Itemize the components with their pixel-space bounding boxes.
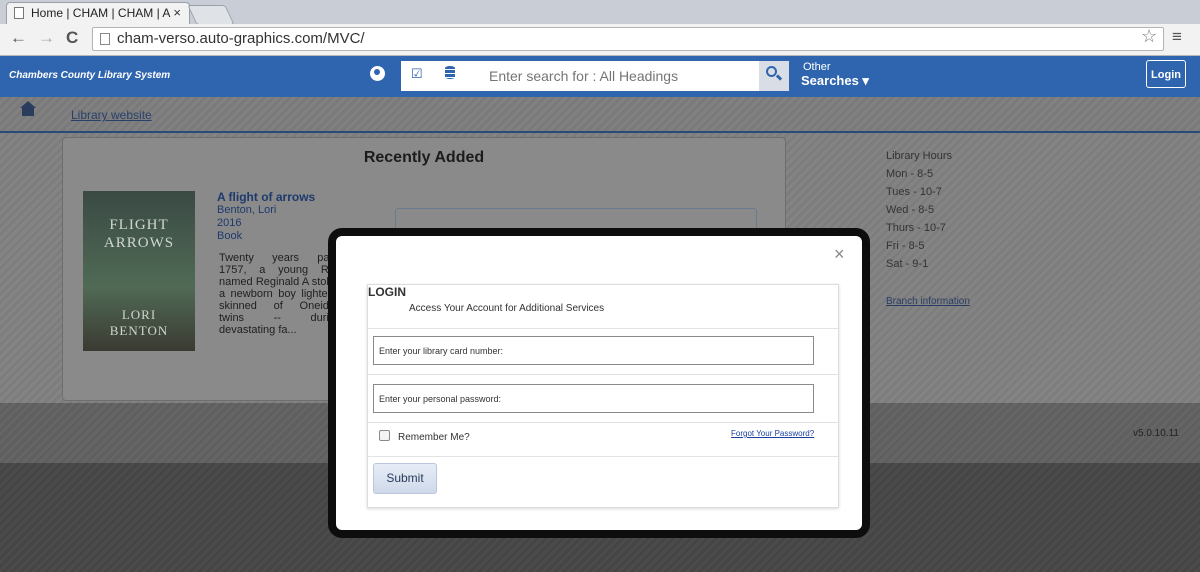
divider [368,328,838,329]
page-icon [14,7,24,19]
book-cover-image[interactable]: FLIGHT ARROWS LORI BENTON [83,191,195,351]
address-bar[interactable]: cham-verso.auto-graphics.com/MVC/ [92,27,1164,51]
tab-close-icon[interactable]: × [173,3,181,23]
new-tab-button[interactable] [187,5,235,25]
hours-line: Library Hours [886,150,953,162]
login-heading: LOGIN [368,285,406,299]
browser-toolbar: ← → C cham-verso.auto-graphics.com/MVC/ … [0,24,1200,56]
password-field[interactable] [373,384,814,413]
tab-title: Home | CHAM | CHAM | A [31,6,171,20]
book-author: Benton, Lori [217,204,277,216]
cover-line-1: FLIGHT [109,217,169,233]
version-text: v5.0.10.11 [1133,428,1179,439]
book-title-link[interactable]: A flight of arrows [217,190,315,204]
forward-icon[interactable]: → [38,28,55,48]
search-button[interactable] [759,61,789,91]
close-icon[interactable]: × [834,244,845,265]
submit-button[interactable]: Submit [373,463,437,494]
menu-icon[interactable]: ≡ [1172,27,1182,47]
divider [368,456,838,457]
browser-tab[interactable]: Home | CHAM | CHAM | A × [6,2,190,24]
login-subheading: Access Your Account for Additional Servi… [409,303,605,314]
remember-me-checkbox[interactable] [379,430,390,441]
search-input[interactable] [489,68,749,84]
divider [368,374,838,375]
library-card-field[interactable] [373,336,814,365]
brand-name[interactable]: Chambers County Library System [9,70,170,81]
hours-line: Tues - 10-7 [886,186,942,198]
hours-line: Mon - 8-5 [886,168,934,180]
site-header: Chambers County Library System ☑ Other S… [0,56,1200,97]
library-website-link[interactable]: Library website [71,108,152,122]
forgot-password-link[interactable]: Forgot Your Password? [731,429,814,438]
back-icon[interactable]: ← [10,28,27,48]
breadcrumb: Library website [0,97,1200,133]
divider [368,422,838,423]
cover-line-2: ARROWS [103,235,175,251]
remember-me-label[interactable]: Remember Me? [398,432,470,443]
book-description: Twenty years pas 1757, a young Re named … [219,252,335,336]
login-modal: × LOGIN Access Your Account for Addition… [328,228,870,538]
hours-line: Sat - 9-1 [886,258,929,270]
recently-added-title: Recently Added [363,149,485,166]
hours-line: Thurs - 10-7 [886,222,946,234]
hours-line: Fri - 8-5 [886,240,925,252]
other-searches-dropdown[interactable]: Searches ▾ [801,73,869,89]
cover-author-1: LORI [121,307,157,322]
login-form: LOGIN Access Your Account for Additional… [367,284,839,508]
login-button[interactable]: Login [1146,60,1186,88]
reload-icon[interactable]: C [66,28,78,48]
book-year: 2016 [217,217,242,229]
url-text: cham-verso.auto-graphics.com/MVC/ [117,30,365,47]
hours-line: Wed - 8-5 [886,204,935,216]
page-icon [100,33,110,45]
checkbox-icon[interactable]: ☑ [411,66,423,82]
browser-tabstrip: Home | CHAM | CHAM | A × [0,0,1200,25]
bookmark-star-icon[interactable]: ☆ [1141,26,1157,47]
other-label: Other [803,61,831,73]
database-icon[interactable] [445,66,455,79]
search-box: ☑ [401,61,759,91]
home-icon[interactable] [20,101,36,116]
cover-author-2: BENTON [109,323,169,338]
branch-information-link[interactable]: Branch information [886,296,970,307]
globe-icon[interactable] [370,66,385,81]
book-format: Book [217,230,243,242]
